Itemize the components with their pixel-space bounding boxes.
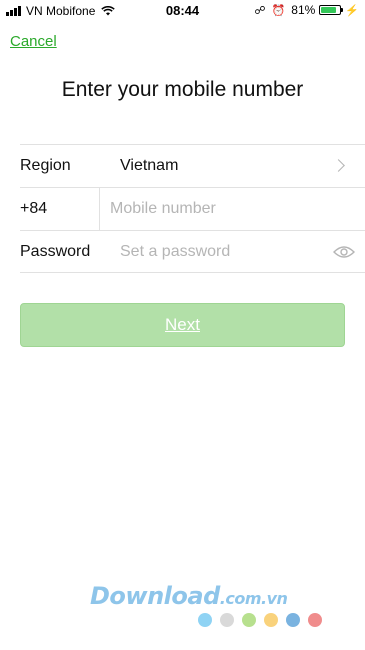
watermark-dot — [198, 613, 212, 627]
region-row[interactable]: Region Vietnam — [20, 144, 365, 186]
battery-fill — [321, 7, 336, 13]
battery-percent: 81% — [291, 3, 316, 17]
country-code[interactable]: +84 — [20, 187, 100, 230]
watermark-dots — [198, 613, 330, 627]
watermark-dot — [242, 613, 256, 627]
mobile-row: +84 — [20, 187, 365, 230]
watermark-logo: Download.com.vn — [90, 582, 330, 610]
status-right: ☍ ⏰ 81% ⚡ — [254, 3, 359, 17]
alarm-icon: ⏰ — [271, 4, 286, 17]
page-title: Enter your mobile number — [61, 78, 304, 101]
region-value: Vietnam — [120, 156, 179, 174]
chevron-right-icon — [332, 159, 345, 172]
watermark-dot — [264, 613, 278, 627]
eye-icon[interactable] — [333, 245, 355, 259]
watermark: Download.com.vn — [90, 582, 330, 630]
watermark-dot — [286, 613, 300, 627]
password-row: Password — [20, 230, 365, 273]
mobile-number-input[interactable] — [110, 199, 365, 218]
rotation-lock-icon: ☍ — [254, 4, 266, 17]
watermark-domain: .com.vn — [219, 589, 288, 608]
watermark-brand: Download — [90, 582, 220, 610]
next-button[interactable]: Next — [20, 303, 345, 347]
watermark-dot — [220, 613, 234, 627]
watermark-dot — [308, 613, 322, 627]
battery-icon — [319, 5, 344, 15]
password-label: Password — [20, 242, 91, 260]
region-label: Region — [20, 156, 71, 174]
status-bar: VN Mobifone 08:44 ☍ ⏰ 81% ⚡ — [0, 0, 365, 22]
charging-icon: ⚡ — [345, 4, 359, 17]
cancel-button[interactable]: Cancel — [10, 33, 57, 50]
password-input[interactable] — [120, 242, 333, 261]
